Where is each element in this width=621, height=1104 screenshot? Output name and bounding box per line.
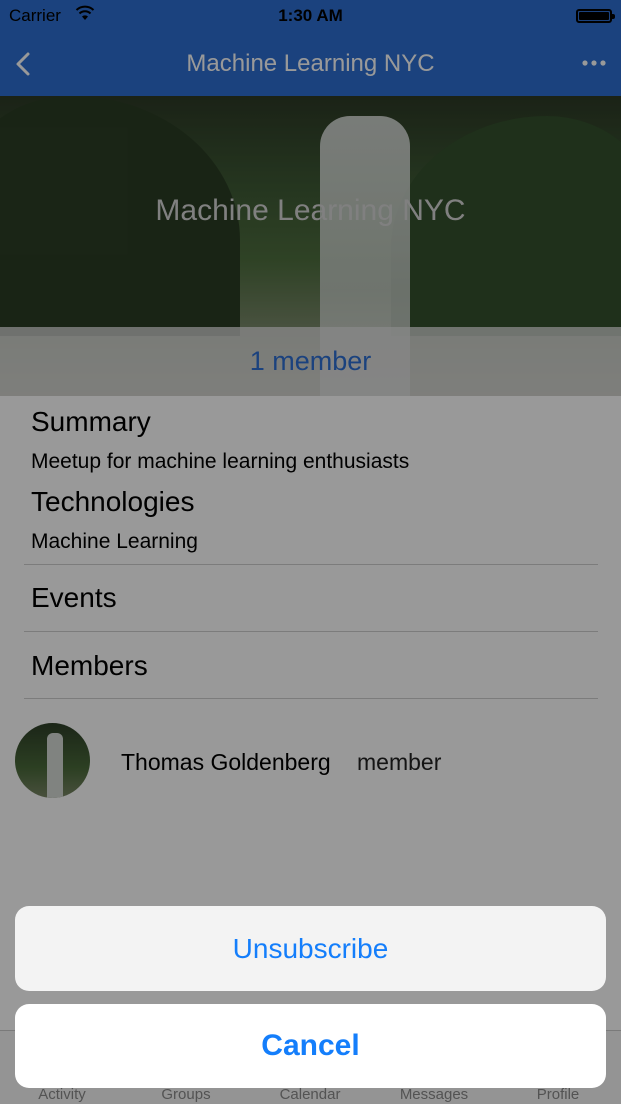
cancel-button[interactable]: Cancel [15, 1004, 606, 1088]
action-sheet: Unsubscribe [15, 906, 606, 991]
unsubscribe-button[interactable]: Unsubscribe [15, 906, 606, 991]
action-sheet-cancel: Cancel [15, 1004, 606, 1088]
